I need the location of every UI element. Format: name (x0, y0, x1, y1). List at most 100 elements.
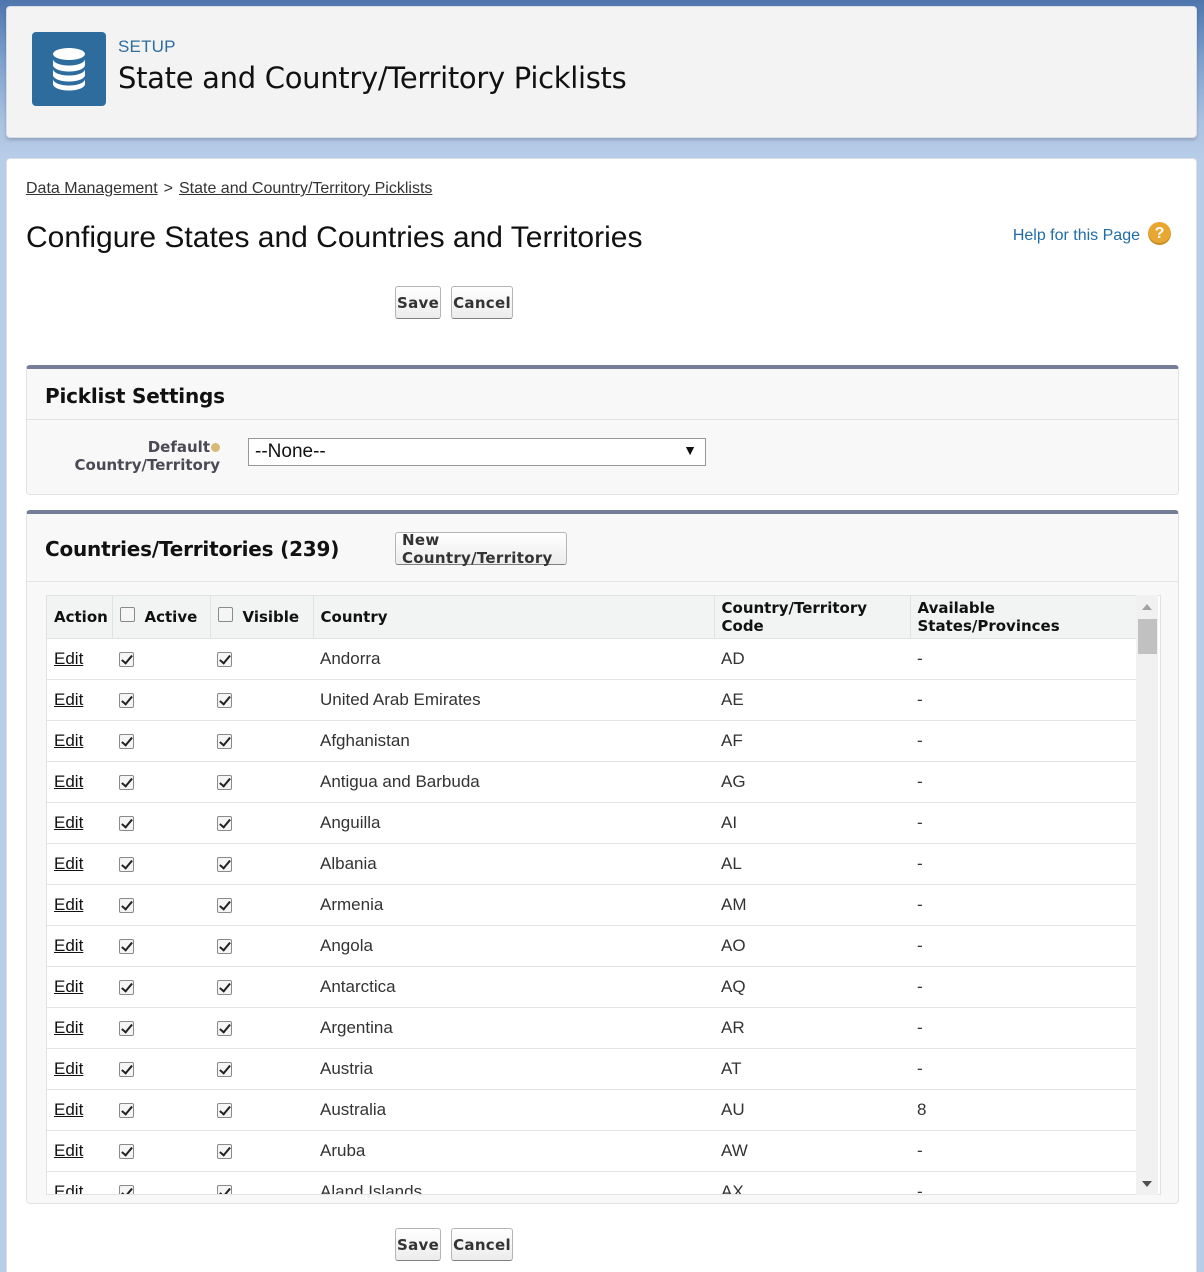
edit-link[interactable]: Edit (54, 1182, 83, 1195)
visible-checkbox[interactable] (217, 856, 232, 872)
default-country-select[interactable]: --None-- ▼ (248, 438, 706, 466)
countries-title: Countries/Territories (239) (45, 537, 340, 561)
countries-header: Countries/Territories (239) New Country/… (27, 514, 1178, 582)
edit-link[interactable]: Edit (54, 813, 83, 832)
visible-cell (210, 720, 313, 762)
visible-checkbox[interactable] (217, 897, 232, 913)
breadcrumb-data-management[interactable]: Data Management (26, 180, 158, 197)
edit-link[interactable]: Edit (54, 731, 83, 750)
visible-checkbox[interactable] (217, 692, 232, 708)
code-cell: AF (714, 720, 910, 762)
edit-link[interactable]: Edit (54, 1018, 83, 1037)
column-code: Country/Territory Code (714, 596, 911, 639)
table-row: Edit Australia AU 8 (47, 1089, 1137, 1131)
visible-checkbox[interactable] (217, 733, 232, 749)
edit-link[interactable]: Edit (54, 854, 83, 873)
database-icon (32, 32, 106, 106)
code-cell: AM (714, 884, 910, 926)
visible-checkbox[interactable] (217, 651, 232, 667)
visible-checkbox[interactable] (217, 1102, 232, 1118)
visible-checkbox[interactable] (217, 774, 232, 790)
countries-panel: Countries/Territories (239) New Country/… (26, 510, 1179, 1204)
edit-link[interactable]: Edit (54, 690, 83, 709)
active-checkbox[interactable] (119, 856, 134, 872)
active-checkbox[interactable] (119, 1184, 134, 1194)
column-active: Active (112, 596, 211, 639)
help-icon[interactable]: ? (1148, 222, 1171, 245)
visible-checkbox[interactable] (217, 1143, 232, 1159)
select-all-visible-checkbox[interactable] (217, 606, 233, 622)
visible-cell (210, 843, 313, 885)
country-cell: Angola (313, 925, 714, 967)
visible-checkbox[interactable] (217, 815, 232, 831)
visible-cell (210, 1007, 313, 1049)
active-checkbox[interactable] (119, 815, 134, 831)
help-link[interactable]: Help for this Page (1013, 227, 1140, 245)
default-country-value: --None-- (255, 441, 326, 462)
breadcrumb-separator: > (163, 180, 173, 197)
states-cell: - (910, 761, 1137, 803)
visible-checkbox[interactable] (217, 979, 232, 995)
active-checkbox[interactable] (119, 1061, 134, 1077)
visible-cell (210, 884, 313, 926)
states-cell: 8 (910, 1089, 1137, 1131)
edit-link[interactable]: Edit (54, 772, 83, 791)
visible-cell (210, 1171, 313, 1194)
save-button-bottom[interactable]: Save (395, 1228, 441, 1261)
active-checkbox[interactable] (119, 897, 134, 913)
scroll-thumb[interactable] (1138, 619, 1157, 654)
active-checkbox[interactable] (119, 733, 134, 749)
country-cell: Andorra (313, 638, 714, 680)
edit-link[interactable]: Edit (54, 936, 83, 955)
active-cell (112, 1171, 210, 1194)
action-cell: Edit (47, 1048, 112, 1090)
visible-checkbox[interactable] (217, 1061, 232, 1077)
info-icon[interactable] (211, 443, 220, 452)
edit-link[interactable]: Edit (54, 1141, 83, 1160)
edit-link[interactable]: Edit (54, 977, 83, 996)
visible-checkbox[interactable] (217, 1184, 232, 1194)
save-button-top[interactable]: Save (395, 286, 441, 319)
active-checkbox[interactable] (119, 774, 134, 790)
edit-link[interactable]: Edit (54, 649, 83, 668)
visible-checkbox[interactable] (217, 938, 232, 954)
scroll-up-icon[interactable] (1142, 604, 1152, 610)
visible-cell (210, 802, 313, 844)
breadcrumb-current[interactable]: State and Country/Territory Picklists (179, 180, 432, 197)
table-row: Edit Aland Islands AX - (47, 1171, 1137, 1195)
active-checkbox[interactable] (119, 1102, 134, 1118)
active-cell (112, 679, 210, 721)
states-cell: - (910, 720, 1137, 762)
edit-link[interactable]: Edit (54, 1059, 83, 1078)
column-country: Country (313, 596, 715, 639)
states-cell: - (910, 884, 1137, 926)
scroll-down-icon[interactable] (1142, 1181, 1152, 1187)
active-checkbox[interactable] (119, 1143, 134, 1159)
action-cell: Edit (47, 679, 112, 721)
edit-link[interactable]: Edit (54, 895, 83, 914)
picklist-settings-panel: Picklist Settings Default Country/Territ… (26, 365, 1179, 495)
active-cell (112, 1089, 210, 1131)
select-all-active-checkbox[interactable] (119, 606, 135, 622)
active-checkbox[interactable] (119, 692, 134, 708)
visible-cell (210, 638, 313, 680)
active-checkbox[interactable] (119, 938, 134, 954)
active-checkbox[interactable] (119, 979, 134, 995)
visible-checkbox[interactable] (217, 1020, 232, 1036)
action-cell: Edit (47, 802, 112, 844)
code-cell: AU (714, 1089, 910, 1131)
table-row: Edit Albania AL - (47, 843, 1137, 885)
active-cell (112, 638, 210, 680)
cancel-button-top[interactable]: Cancel (451, 286, 513, 319)
action-cell: Edit (47, 720, 112, 762)
active-checkbox[interactable] (119, 1020, 134, 1036)
default-label-line2: Country/Territory (74, 456, 221, 474)
action-cell: Edit (47, 638, 112, 680)
table-scrollbar[interactable] (1136, 595, 1158, 1195)
cancel-button-bottom[interactable]: Cancel (451, 1228, 513, 1261)
table-row: Edit Angola AO - (47, 925, 1137, 967)
active-checkbox[interactable] (119, 651, 134, 667)
column-states: Available States/Provinces (910, 596, 1137, 639)
edit-link[interactable]: Edit (54, 1100, 83, 1119)
new-country-button[interactable]: New Country/Territory (395, 531, 567, 567)
